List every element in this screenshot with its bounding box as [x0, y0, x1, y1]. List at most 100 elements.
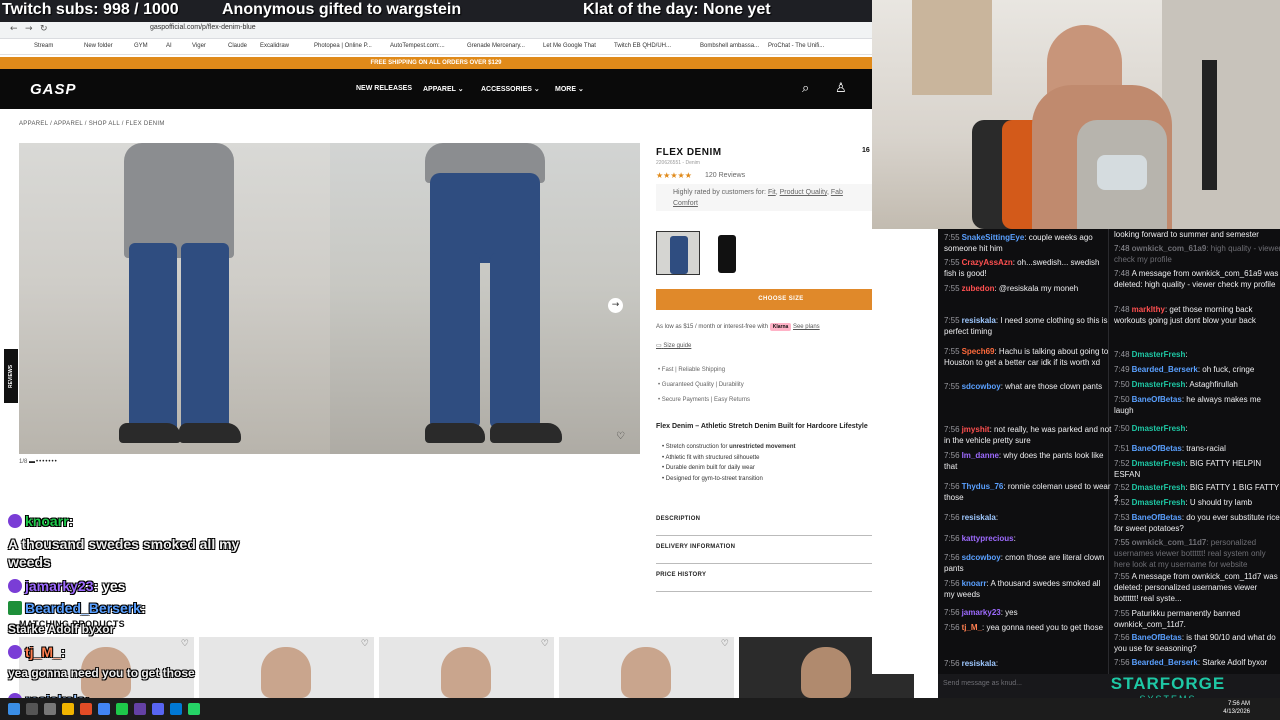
chat-username[interactable]: sdcowboy — [962, 382, 1001, 391]
bookmark-item[interactable]: ProChat - The Unifi... — [768, 43, 824, 49]
star-rating[interactable]: ★★★★★ — [656, 171, 692, 180]
clock[interactable]: 7:56 AM 4/13/2026 — [1223, 700, 1250, 716]
nav-apparel[interactable]: APPAREL ⌄ — [423, 85, 464, 93]
chat-username[interactable]: knoarr — [962, 579, 987, 588]
chat-username[interactable]: BaneOfBetas — [1132, 633, 1182, 642]
breadcrumb[interactable]: APPAREL / APPAREL / SHOP ALL / FLEX DENI… — [19, 121, 165, 127]
matching-product-card[interactable]: ♡ — [199, 637, 374, 698]
matching-product-card[interactable]: ♡ — [559, 637, 734, 698]
chat-username[interactable]: Spech69 — [962, 347, 995, 356]
app-icon[interactable] — [170, 703, 182, 715]
next-image-arrow-icon[interactable]: → — [608, 298, 623, 313]
chat-username[interactable]: DmasterFresh — [1132, 459, 1186, 468]
wishlist-heart-icon[interactable]: ♡ — [541, 639, 549, 649]
chat-username[interactable]: DmasterFresh — [1132, 483, 1186, 492]
bookmark-item[interactable]: Stream — [34, 43, 53, 49]
bookmark-item[interactable]: AutoTempest.com:... — [390, 43, 445, 49]
account-icon[interactable]: ♙ — [835, 81, 847, 96]
chat-username[interactable]: DmasterFresh — [1132, 498, 1186, 507]
bookmark-item[interactable]: Let Me Google That — [543, 43, 596, 49]
chat-username[interactable]: BaneOfBetas — [1132, 513, 1182, 522]
choose-size-button[interactable]: CHOOSE SIZE — [656, 289, 906, 310]
chat-username[interactable]: Bearded_Berserk — [1132, 658, 1198, 667]
rated-link-fab[interactable]: Fab — [831, 189, 843, 196]
chat-username[interactable]: resiskala — [962, 513, 996, 522]
chat-username[interactable]: resiskala — [962, 316, 996, 325]
chat-username[interactable]: kattyprecious — [962, 534, 1014, 543]
wishlist-heart-icon[interactable]: ♡ — [616, 431, 625, 442]
bookmark-item[interactable]: Photopea | Online P... — [314, 43, 372, 49]
chat-username[interactable]: tj_M_ — [962, 623, 982, 632]
chat-username[interactable]: DmasterFresh — [1132, 424, 1186, 433]
see-plans-link[interactable]: See plans — [793, 324, 820, 330]
bookmark-item[interactable]: Viger — [192, 43, 206, 49]
chrome-icon[interactable] — [98, 703, 110, 715]
file-explorer-icon[interactable] — [62, 703, 74, 715]
site-logo[interactable]: GASP — [30, 81, 77, 98]
twitch-icon[interactable] — [134, 703, 146, 715]
accordion-price-history[interactable]: PRICE HISTORY+ — [656, 564, 906, 592]
chat-message: 7:55 zubedon: @resiskala my moneh — [944, 283, 1112, 294]
discord-icon[interactable] — [152, 703, 164, 715]
chat-username[interactable]: sdcowboy — [962, 553, 1001, 562]
color-swatch-blue[interactable] — [656, 231, 700, 275]
bookmark-item[interactable]: AI — [166, 43, 172, 49]
wishlist-heart-icon[interactable]: ♡ — [181, 639, 189, 649]
wishlist-heart-icon[interactable]: ♡ — [721, 639, 729, 649]
whatsapp-icon[interactable] — [188, 703, 200, 715]
chat-username[interactable]: Bearded_Berserk — [1132, 365, 1198, 374]
bookmark-item[interactable]: Grenade Mercenary... — [467, 43, 525, 49]
bookmark-item[interactable]: GYM — [134, 43, 148, 49]
size-guide-link[interactable]: ▭ Size guide — [656, 342, 691, 349]
chat-username[interactable]: Thydus_76 — [962, 482, 1004, 491]
app-icon[interactable] — [116, 703, 128, 715]
carousel-dots[interactable]: ▬••••••• — [29, 459, 58, 465]
reviews-side-tab[interactable]: REVIEWS — [4, 349, 18, 403]
chat-username[interactable]: DmasterFresh — [1132, 350, 1186, 359]
accordion-delivery[interactable]: DELIVERY INFORMATION+ — [656, 536, 906, 564]
search-icon[interactable]: ⌕ — [802, 81, 809, 96]
chat-username: tj_M_ — [25, 644, 61, 660]
rated-link-quality[interactable]: Product Quality — [780, 189, 827, 196]
chat-username[interactable]: ownkick_com_11d7 — [1132, 538, 1207, 547]
chat-username[interactable]: ownkick_com_61a9 — [1132, 244, 1207, 253]
search-icon[interactable] — [26, 703, 38, 715]
chat-username[interactable]: resiskala — [962, 659, 996, 668]
start-icon[interactable] — [8, 703, 20, 715]
accordion-description[interactable]: DESCRIPTION+ — [656, 508, 906, 536]
bookmark-item[interactable]: Claude — [228, 43, 247, 49]
chat-username[interactable]: zubedon — [962, 284, 995, 293]
reload-icon[interactable]: ↻ — [40, 24, 48, 34]
chat-username[interactable]: CrazyAssAzn — [962, 258, 1013, 267]
chat-username[interactable]: SnakeSittingEye — [962, 233, 1025, 242]
color-swatch-black[interactable] — [705, 231, 749, 275]
app-icon[interactable] — [80, 703, 92, 715]
bookmark-item[interactable]: Excalidraw — [260, 43, 289, 49]
product-image-back[interactable] — [330, 143, 640, 454]
bookmark-item[interactable]: New folder — [84, 43, 113, 49]
chat-username[interactable]: jmyshit — [962, 425, 990, 434]
rated-link-comfort[interactable]: Comfort — [673, 200, 698, 207]
product-image-front[interactable] — [19, 143, 330, 454]
chat-username[interactable]: BaneOfBetas — [1132, 444, 1182, 453]
wishlist-heart-icon[interactable]: ♡ — [361, 639, 369, 649]
bookmark-item[interactable]: Bombshell ambassa... — [700, 43, 759, 49]
chat-username[interactable]: DmasterFresh — [1132, 380, 1186, 389]
chat-username[interactable]: jamarky23 — [962, 608, 1001, 617]
review-count-link[interactable]: 120 Reviews — [705, 172, 745, 179]
twitch-icon — [8, 514, 22, 528]
chat-username[interactable]: Im_danne — [962, 451, 999, 460]
task-view-icon[interactable] — [44, 703, 56, 715]
background-photo — [912, 0, 992, 95]
nav-accessories[interactable]: ACCESSORIES ⌄ — [481, 85, 540, 93]
nav-new-releases[interactable]: NEW RELEASES — [356, 85, 412, 92]
bookmark-item[interactable]: Twitch EB QHD/UH... — [614, 43, 671, 49]
nav-more[interactable]: MORE ⌄ — [555, 85, 584, 93]
back-icon[interactable]: ← — [10, 24, 18, 34]
rated-link-fit[interactable]: Fit — [768, 189, 776, 196]
chat-username[interactable]: BaneOfBetas — [1132, 395, 1182, 404]
url-input[interactable]: gaspofficial.com/p/flex-denim-blue — [150, 24, 256, 31]
matching-product-card[interactable]: ♡ — [379, 637, 554, 698]
chat-username[interactable]: marklthy — [1132, 305, 1165, 314]
forward-icon[interactable]: → — [25, 24, 33, 34]
